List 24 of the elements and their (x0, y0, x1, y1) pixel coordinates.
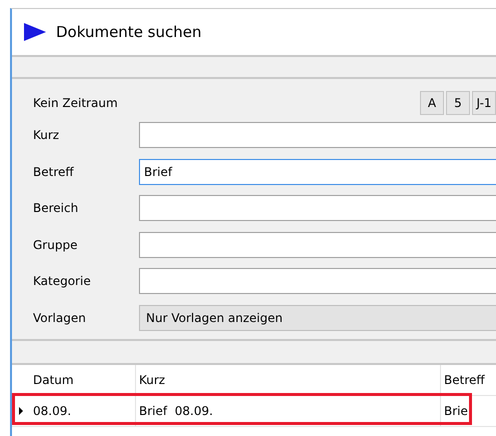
field-label: Bereich (33, 201, 80, 216)
column-header[interactable]: Kurz (136, 365, 441, 395)
field-label: Kurz (33, 128, 60, 142)
window-title: Dokumente suchen (56, 23, 202, 41)
app-icon (24, 23, 46, 41)
table-cell: Brief 08.09. (136, 396, 441, 426)
table-cell: 08.09. (30, 396, 136, 426)
dropdown-field[interactable]: Nur Vorlagen anzeigen (139, 304, 496, 331)
period-button[interactable]: A (420, 91, 444, 115)
field-label: Betreff (33, 164, 75, 179)
input-field[interactable] (139, 232, 496, 258)
table-cell-text: Brie (443, 403, 469, 420)
input-field[interactable] (139, 122, 496, 148)
input-field[interactable] (139, 195, 496, 222)
field-label: Gruppe (33, 238, 78, 252)
input-field[interactable]: Brief (139, 158, 496, 185)
period-label: Kein Zeitraum (33, 96, 119, 110)
period-button[interactable]: 5 (446, 91, 470, 115)
period-button[interactable]: J-1 (472, 91, 496, 115)
input-field[interactable] (139, 268, 496, 294)
field-label: Kategorie (33, 274, 92, 288)
column-header[interactable]: Betreff (441, 365, 496, 395)
field-label: Vorlagen (33, 310, 87, 325)
column-header[interactable]: Datum (30, 365, 136, 395)
